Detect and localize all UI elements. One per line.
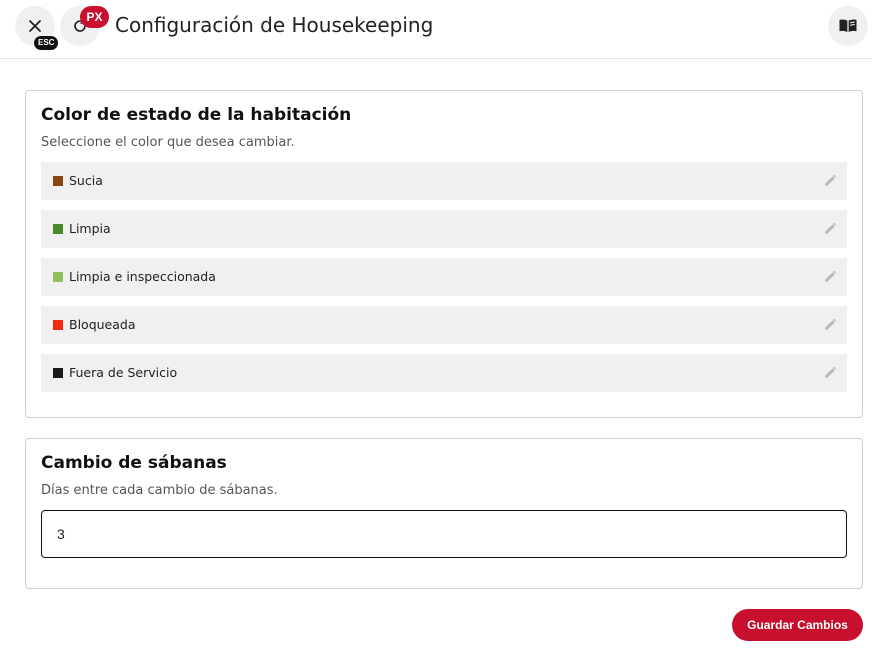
save-changes-button[interactable]: Guardar Cambios <box>732 609 863 641</box>
status-label: Sucia <box>69 173 103 188</box>
sheet-change-title: Cambio de sábanas <box>41 453 227 473</box>
status-label: Limpia e inspeccionada <box>69 269 216 284</box>
status-row-sucia[interactable]: Sucia <box>41 162 847 200</box>
sheet-change-subtitle: Días entre cada cambio de sábanas. <box>41 483 278 498</box>
pencil-icon[interactable] <box>823 270 837 284</box>
color-swatch <box>53 368 63 378</box>
pencil-icon[interactable] <box>823 222 837 236</box>
color-swatch <box>53 320 63 330</box>
color-swatch <box>53 224 63 234</box>
days-between-changes-input[interactable] <box>41 510 847 558</box>
pencil-icon[interactable] <box>823 366 837 380</box>
status-row-limpia-inspeccionada[interactable]: Limpia e inspeccionada <box>41 258 847 296</box>
book-open-icon <box>839 19 857 33</box>
status-label: Fuera de Servicio <box>69 365 178 380</box>
px-badge: PX <box>80 6 109 28</box>
status-row-fuera-de-servicio[interactable]: Fuera de Servicio <box>41 354 847 392</box>
status-row-bloqueada[interactable]: Bloqueada <box>41 306 847 344</box>
color-swatch <box>53 272 63 282</box>
close-icon <box>29 20 41 32</box>
status-row-limpia[interactable]: Limpia <box>41 210 847 248</box>
status-label: Bloqueada <box>69 317 136 332</box>
room-status-title: Color de estado de la habitación <box>41 105 352 125</box>
header-bar: ESC PX Configuración de Housekeeping <box>0 0 872 59</box>
esc-badge: ESC <box>34 36 59 50</box>
pencil-icon[interactable] <box>823 318 837 332</box>
color-swatch <box>53 176 63 186</box>
status-label: Limpia <box>69 221 111 236</box>
room-status-subtitle: Seleccione el color que desea cambiar. <box>41 135 295 150</box>
sheet-change-card: Cambio de sábanas Días entre cada cambio… <box>25 438 863 589</box>
room-status-color-card: Color de estado de la habitación Selecci… <box>25 90 863 418</box>
page-title: Configuración de Housekeeping <box>115 13 434 37</box>
pencil-icon[interactable] <box>823 174 837 188</box>
help-manual-button[interactable] <box>828 6 868 46</box>
